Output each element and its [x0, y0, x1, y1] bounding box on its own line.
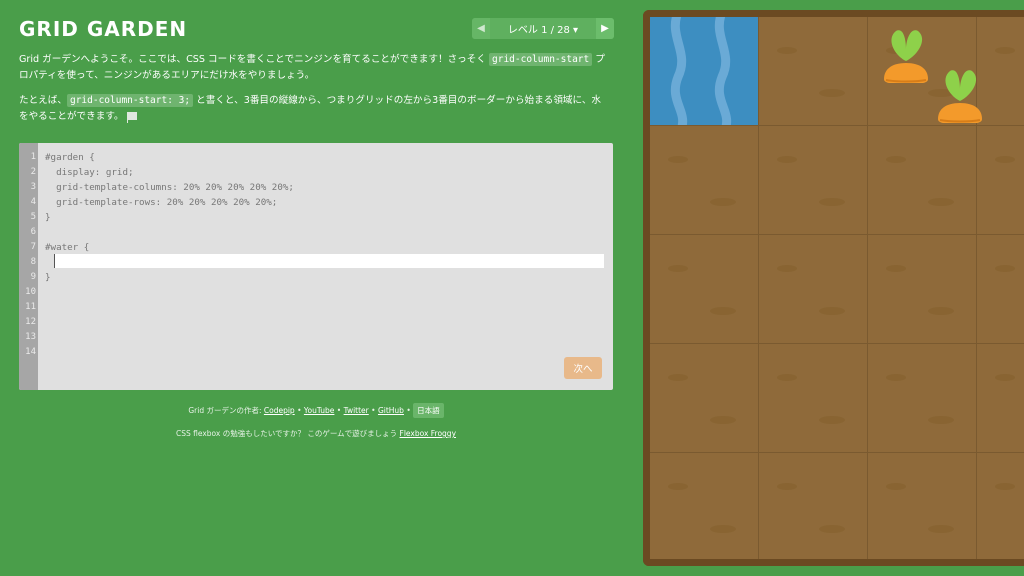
instructions-text: Grid ガーデンへようこそ。ここでは、CSS コードを書くことでニンジンを育て… — [19, 54, 489, 65]
garden-plot — [868, 453, 976, 559]
water-waves — [670, 17, 732, 125]
separator: • — [294, 406, 304, 415]
garden-plot — [759, 17, 867, 125]
credits: Grid ガーデンの作者: Codepip • YouTube • Twitte… — [19, 403, 613, 418]
promo-text: CSS flexbox の勉強もしたいですか？ このゲームで遊びましょう Fle… — [19, 428, 613, 439]
line-number: 11 — [25, 302, 36, 312]
garden-plot — [977, 235, 1024, 343]
code-example: grid-column-start: 3; — [66, 94, 194, 107]
garden-plot — [759, 235, 867, 343]
garden-plot — [868, 235, 976, 343]
code-line: } — [45, 272, 51, 283]
codepip-link[interactable]: Codepip — [264, 406, 295, 415]
instructions-paragraph-1: Grid ガーデンへようこそ。ここでは、CSS コードを書くことでニンジンを育て… — [19, 52, 609, 84]
previous-level-button[interactable]: ◀ — [472, 18, 490, 39]
garden-plot — [977, 126, 1024, 234]
code-keyword: grid-column-start — [489, 53, 593, 66]
promo-message: CSS flexbox の勉強もしたいですか？ このゲームで遊びましょう — [175, 429, 400, 438]
twitter-link[interactable]: Twitter — [344, 406, 369, 415]
instructions-paragraph-2: たとえば、 grid-column-start: 3; と書くと、3番目の縦線から… — [19, 93, 609, 125]
line-number: 14 — [25, 347, 36, 357]
garden-plot — [650, 235, 758, 343]
garden-plot — [977, 344, 1024, 452]
garden-plot — [977, 453, 1024, 559]
garden-plot — [868, 344, 976, 452]
next-button[interactable]: 次へ — [564, 357, 602, 379]
line-number: 12 — [25, 317, 36, 327]
line-number: 3 — [30, 182, 36, 192]
youtube-link[interactable]: YouTube — [304, 406, 335, 415]
garden-plot — [650, 453, 758, 559]
next-level-button[interactable]: ▶ — [596, 18, 614, 39]
garden-grid — [643, 10, 1024, 566]
level-navigation: ◀ レベル 1 / 28 ▾ ▶ — [472, 18, 614, 39]
line-number: 9 — [30, 272, 36, 282]
credits-prefix: Grid ガーデンの作者: — [188, 406, 264, 415]
line-number: 8 — [30, 257, 36, 267]
water-area — [650, 17, 758, 125]
line-number: 4 — [30, 197, 36, 207]
instructions-text: たとえば、 — [19, 95, 67, 106]
level-selector[interactable]: レベル 1 / 28 ▾ — [490, 21, 596, 36]
garden-plot — [650, 126, 758, 234]
line-number-gutter: 1 2 3 4 5 6 7 8 9 10 11 12 13 14 — [19, 143, 38, 390]
code-editor: 1 2 3 4 5 6 7 8 9 10 11 12 13 14 次へ #garden { display… — [19, 143, 613, 390]
line-number: 5 — [30, 212, 36, 222]
page-title: GRID GARDEN — [19, 17, 188, 41]
code-line: } — [45, 212, 51, 223]
garden-plot — [650, 344, 758, 452]
garden-plot — [977, 17, 1024, 125]
answer-input[interactable] — [54, 254, 604, 268]
flexbox-froggy-link[interactable]: Flexbox Froggy — [400, 429, 457, 438]
code-line: grid-template-columns: 20% 20% 20% 20% 2… — [45, 182, 294, 193]
code-line: #water { — [45, 242, 90, 253]
carrot-icon — [884, 30, 928, 83]
line-number: 10 — [25, 287, 36, 297]
line-number: 2 — [30, 167, 36, 177]
language-button[interactable]: 日本語 — [413, 403, 444, 418]
line-number: 6 — [30, 227, 36, 237]
code-line: grid-template-rows: 20% 20% 20% 20% 20%; — [45, 197, 278, 208]
line-number: 13 — [25, 332, 36, 342]
line-number: 7 — [30, 242, 36, 252]
flag-icon — [126, 112, 137, 123]
garden-plot — [759, 344, 867, 452]
separator: • — [334, 406, 344, 415]
line-number: 1 — [30, 152, 36, 162]
github-link[interactable]: GitHub — [378, 406, 404, 415]
carrot-icon — [938, 70, 982, 123]
code-line: display: grid; — [45, 167, 134, 178]
separator: • — [403, 406, 414, 415]
garden-plot — [759, 126, 867, 234]
code-line: #garden { — [45, 152, 95, 163]
garden-plot — [868, 126, 976, 234]
separator: • — [368, 406, 378, 415]
garden-plot — [759, 453, 867, 559]
